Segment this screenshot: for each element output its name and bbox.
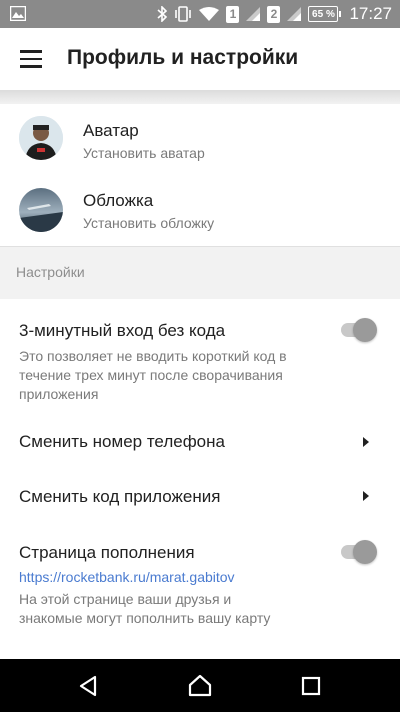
change-phone-title: Сменить номер телефона	[19, 432, 225, 451]
quick-login-title: 3-минутный вход без кода	[19, 321, 226, 340]
home-icon[interactable]	[187, 673, 213, 699]
cover-row[interactable]: Обложка Установить обложку	[0, 174, 400, 246]
battery-indicator: 65 %	[308, 6, 342, 22]
topup-page-title: Страница пополнения	[19, 543, 195, 562]
status-bar: 1 2 65 % 17:27	[0, 0, 400, 28]
hamburger-menu-icon[interactable]	[20, 50, 42, 68]
navigation-bar	[0, 659, 400, 712]
change-phone-row[interactable]: Сменить номер телефона	[0, 413, 400, 467]
signal-icon	[246, 7, 261, 21]
settings-section-header: Настройки	[0, 247, 400, 299]
clock: 17:27	[349, 4, 392, 23]
change-code-title: Сменить код приложения	[19, 487, 221, 506]
avatar-row[interactable]: Аватар Установить аватар	[0, 104, 400, 174]
cover-image	[19, 188, 63, 232]
quick-login-toggle[interactable]	[339, 317, 377, 343]
back-icon[interactable]	[76, 673, 102, 699]
avatar-subtitle: Установить аватар	[83, 145, 205, 161]
recents-icon[interactable]	[298, 673, 324, 699]
quick-login-description: Это позволяет не вводить короткий код в …	[19, 348, 287, 402]
quick-login-setting[interactable]: 3-минутный вход без кода Это позволяет н…	[0, 299, 400, 409]
sim2-badge: 2	[267, 5, 281, 23]
avatar-image	[19, 116, 63, 160]
app-bar: Профиль и настройки	[0, 28, 400, 90]
wifi-icon	[199, 6, 220, 22]
bluetooth-icon	[157, 6, 168, 22]
topup-page-setting[interactable]: Страница пополнения https://rocketbank.r…	[0, 523, 400, 659]
chevron-right-icon	[363, 491, 369, 501]
vibrate-icon	[174, 6, 192, 22]
signal-icon	[287, 7, 302, 21]
app-bar-shadow	[0, 90, 400, 104]
topup-page-link[interactable]: https://rocketbank.ru/marat.gabitov	[19, 569, 235, 585]
cover-title: Обложка	[83, 191, 154, 210]
change-code-row[interactable]: Сменить код приложения	[0, 467, 400, 523]
cover-subtitle: Установить обложку	[83, 215, 215, 231]
avatar-title: Аватар	[83, 121, 139, 140]
topup-page-description: На этой странице ваши друзья и знакомые …	[19, 591, 271, 626]
settings-header-label: Настройки	[16, 264, 85, 280]
sim1-badge: 1	[226, 5, 240, 23]
image-icon	[9, 5, 27, 26]
chevron-right-icon	[363, 437, 369, 447]
page-title: Профиль и настройки	[67, 46, 299, 69]
topup-page-toggle[interactable]	[339, 539, 377, 565]
